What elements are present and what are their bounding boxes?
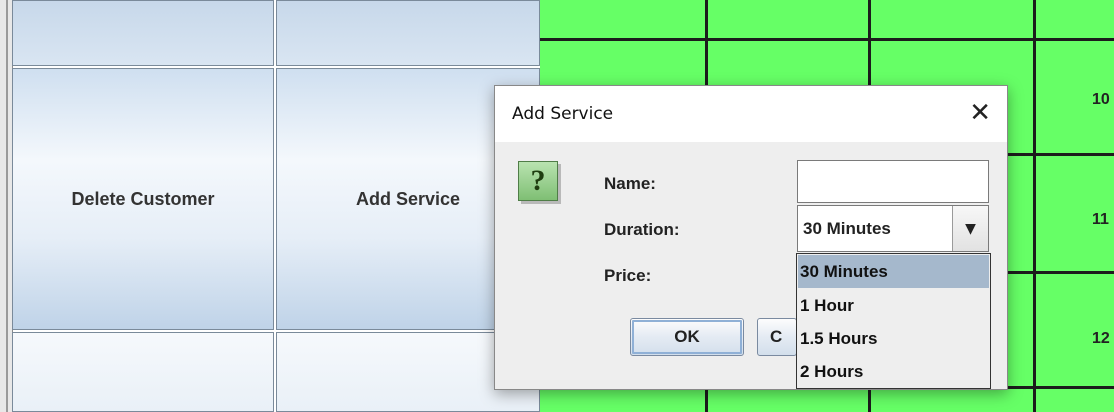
duration-dropdown-list: 30 Minutes 1 Hour 1.5 Hours 2 Hours <box>796 253 991 389</box>
name-label: Name: <box>604 174 656 193</box>
grid-line <box>540 38 1114 41</box>
dropdown-option-1-5-hours[interactable]: 1.5 Hours <box>798 322 989 355</box>
empty-button-top-right[interactable] <box>276 0 540 66</box>
empty-button-bottom-left[interactable] <box>12 332 274 412</box>
add-service-label: Add Service <box>355 188 461 209</box>
question-icon: ? <box>518 161 558 201</box>
question-glyph: ? <box>530 164 546 197</box>
empty-button-top-left[interactable] <box>12 0 274 66</box>
chevron-down-icon[interactable]: ▼ <box>952 206 988 251</box>
dialog-titlebar[interactable]: Add Service ✕ <box>495 86 1007 142</box>
ok-label: OK <box>674 327 700 346</box>
dialog-title: Add Service <box>512 104 614 124</box>
dropdown-option-1-hour[interactable]: 1 Hour <box>798 289 989 322</box>
dropdown-option-2-hours[interactable]: 2 Hours <box>798 355 989 388</box>
ok-button[interactable]: OK <box>630 318 744 356</box>
delete-customer-label: Delete Customer <box>71 188 215 209</box>
window-edge-line <box>6 0 8 412</box>
cancel-button[interactable]: C <box>757 318 797 356</box>
duration-select[interactable]: 30 Minutes ▼ <box>797 205 989 252</box>
duration-label: Duration: <box>604 220 680 239</box>
grid-line <box>1033 0 1036 412</box>
name-input[interactable] <box>797 160 989 203</box>
duration-selected-value: 30 Minutes <box>803 219 891 238</box>
dropdown-option-30-minutes[interactable]: 30 Minutes <box>798 255 989 288</box>
time-label-10: 10 <box>1092 91 1110 108</box>
time-label-11: 11 <box>1092 211 1109 228</box>
price-label: Price: <box>604 266 652 285</box>
time-label-12: 12 <box>1092 330 1110 347</box>
delete-customer-button[interactable]: Delete Customer <box>12 68 274 330</box>
cancel-label: C <box>770 327 783 346</box>
close-icon[interactable]: ✕ <box>969 96 991 130</box>
